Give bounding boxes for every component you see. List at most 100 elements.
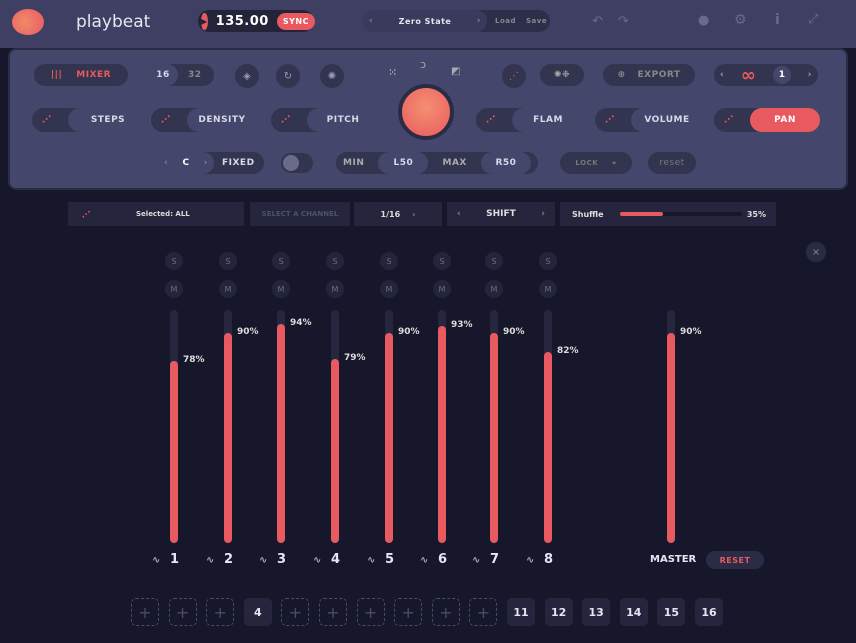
randomize-icon[interactable]: ⁙ — [388, 66, 397, 79]
solo-button[interactable]: S — [485, 252, 503, 270]
add-pattern-slot[interactable]: + — [131, 598, 159, 626]
shuffle-control[interactable]: Shuffle 35% — [560, 202, 776, 226]
prev-icon[interactable]: ‹ — [720, 70, 724, 80]
steps-32[interactable]: 32 — [188, 70, 202, 80]
pattern-slot[interactable]: 16 — [695, 598, 723, 626]
globe-icon[interactable]: ● — [698, 13, 709, 28]
prev-key-icon[interactable]: ‹ — [164, 158, 168, 168]
sync-button[interactable]: SYNC — [276, 12, 315, 30]
pattern-slot[interactable]: 13 — [582, 598, 611, 626]
solo-button[interactable]: S — [219, 252, 237, 270]
fixed-label[interactable]: FIXED — [222, 158, 255, 168]
shuffle-slider[interactable] — [620, 212, 742, 216]
pattern-slot[interactable]: 15 — [657, 598, 686, 626]
pattern-slot[interactable]: 11 — [507, 598, 535, 626]
division-selector[interactable]: 1/16 › — [354, 202, 442, 226]
mute-button[interactable]: M — [272, 280, 290, 298]
preset-name[interactable]: Zero State — [399, 17, 452, 26]
channel-label[interactable]: 7 — [490, 552, 499, 567]
param-flam[interactable]: ⋰ FLAM — [476, 108, 584, 132]
pattern-slot[interactable]: 4 — [243, 598, 272, 626]
pattern-slot[interactable]: 14 — [619, 598, 648, 626]
redo-icon[interactable]: ↷ — [618, 14, 629, 29]
pattern-styles-button[interactable]: ✺❉ — [540, 64, 584, 86]
loop-count[interactable]: 1 — [773, 66, 792, 84]
param-density[interactable]: ⋰ DENSITY — [151, 108, 257, 132]
bpm-value[interactable]: 135.00 — [216, 14, 269, 29]
add-pattern-slot[interactable]: + — [319, 598, 347, 626]
volume-fader[interactable] — [490, 310, 498, 543]
volume-fader[interactable] — [438, 310, 446, 543]
param-steps[interactable]: ⋰ STEPS — [32, 108, 148, 132]
expand-icon[interactable]: ⤢ — [808, 12, 818, 27]
add-pattern-slot[interactable]: + — [281, 598, 310, 626]
solo-button[interactable]: S — [380, 252, 398, 270]
gear-icon[interactable]: ⚙ — [734, 12, 747, 28]
solo-button[interactable]: S — [326, 252, 344, 270]
export-button[interactable]: ⊕ EXPORT — [603, 64, 695, 86]
selected-channel[interactable]: ⋰ Selected: ALL — [68, 202, 244, 226]
next-icon[interactable]: › — [808, 70, 812, 80]
mute-button[interactable]: M — [326, 280, 344, 298]
add-pattern-slot[interactable]: + — [168, 598, 197, 626]
channel-label[interactable]: 2 — [224, 552, 233, 567]
add-pattern-slot[interactable]: + — [394, 598, 423, 626]
channel-label[interactable]: 5 — [385, 552, 394, 567]
solo-button[interactable]: S — [433, 252, 451, 270]
step-count-toggle[interactable]: 16 32 — [148, 64, 214, 86]
volume-fader[interactable] — [331, 310, 339, 543]
volume-fader[interactable] — [277, 310, 285, 543]
mute-button[interactable]: M — [219, 280, 237, 298]
shuffle-icon[interactable]: ↄ — [420, 58, 426, 71]
pattern-slot[interactable]: 12 — [544, 598, 573, 626]
volume-fader[interactable] — [544, 310, 552, 543]
solo-button[interactable]: S — [539, 252, 557, 270]
master-reset-button[interactable]: RESET — [706, 551, 764, 569]
solo-button[interactable]: S — [165, 252, 183, 270]
add-pattern-slot[interactable]: + — [356, 598, 385, 626]
lock-button[interactable]: LOCK ⌖ — [560, 152, 632, 174]
shift-right-icon[interactable]: › — [541, 209, 545, 219]
volume-fader[interactable] — [385, 310, 393, 543]
param-pan[interactable]: ⋰ PAN — [714, 108, 820, 132]
volume-fader[interactable] — [224, 310, 232, 543]
channel-label[interactable]: 3 — [277, 552, 286, 567]
channel-label[interactable]: 6 — [438, 552, 447, 567]
channel-label[interactable]: 8 — [544, 552, 553, 567]
mute-button[interactable]: M — [380, 280, 398, 298]
next-key-icon[interactable]: › — [204, 158, 208, 168]
mute-button[interactable]: M — [485, 280, 503, 298]
add-pattern-slot[interactable]: + — [431, 598, 460, 626]
loop-icon[interactable]: ∞ — [741, 65, 757, 86]
mute-button[interactable]: M — [165, 280, 183, 298]
load-button[interactable]: Load — [495, 17, 516, 25]
channel-label[interactable]: 1 — [170, 552, 179, 567]
mixer-button[interactable]: ||| MIXER — [34, 64, 128, 86]
toggle-switch[interactable] — [281, 153, 313, 173]
next-preset-icon[interactable]: › — [477, 16, 481, 26]
info-icon[interactable]: i — [775, 12, 780, 28]
channel-label[interactable]: 4 — [331, 552, 340, 567]
solo-button[interactable]: S — [272, 252, 290, 270]
link-icon[interactable]: ⋰ — [502, 64, 526, 88]
mute-button[interactable]: M — [433, 280, 451, 298]
volume-fader[interactable] — [170, 310, 178, 543]
param-volume[interactable]: ⋰ VOLUME — [595, 108, 703, 132]
select-channel[interactable]: SELECT A CHANNEL — [250, 202, 350, 226]
close-icon[interactable]: × — [806, 242, 826, 262]
pattern-icon[interactable]: ✺ — [320, 64, 344, 88]
rotate-icon[interactable]: ↻ — [276, 64, 300, 88]
swap-icon[interactable]: ◩ — [451, 66, 460, 77]
steps-16[interactable]: 16 — [148, 64, 178, 86]
max-value[interactable]: R50 — [480, 152, 531, 174]
mute-button[interactable]: M — [539, 280, 557, 298]
reset-button[interactable]: reset — [648, 152, 696, 174]
undo-icon[interactable]: ↶ — [592, 14, 603, 29]
save-button[interactable]: Save — [526, 17, 547, 25]
master-fader[interactable] — [667, 310, 675, 543]
shift-left-icon[interactable]: ‹ — [457, 209, 461, 219]
min-value[interactable]: L50 — [378, 152, 429, 174]
main-knob[interactable] — [398, 84, 454, 140]
add-pattern-slot[interactable]: + — [206, 598, 235, 626]
key-value[interactable]: C — [182, 158, 189, 168]
